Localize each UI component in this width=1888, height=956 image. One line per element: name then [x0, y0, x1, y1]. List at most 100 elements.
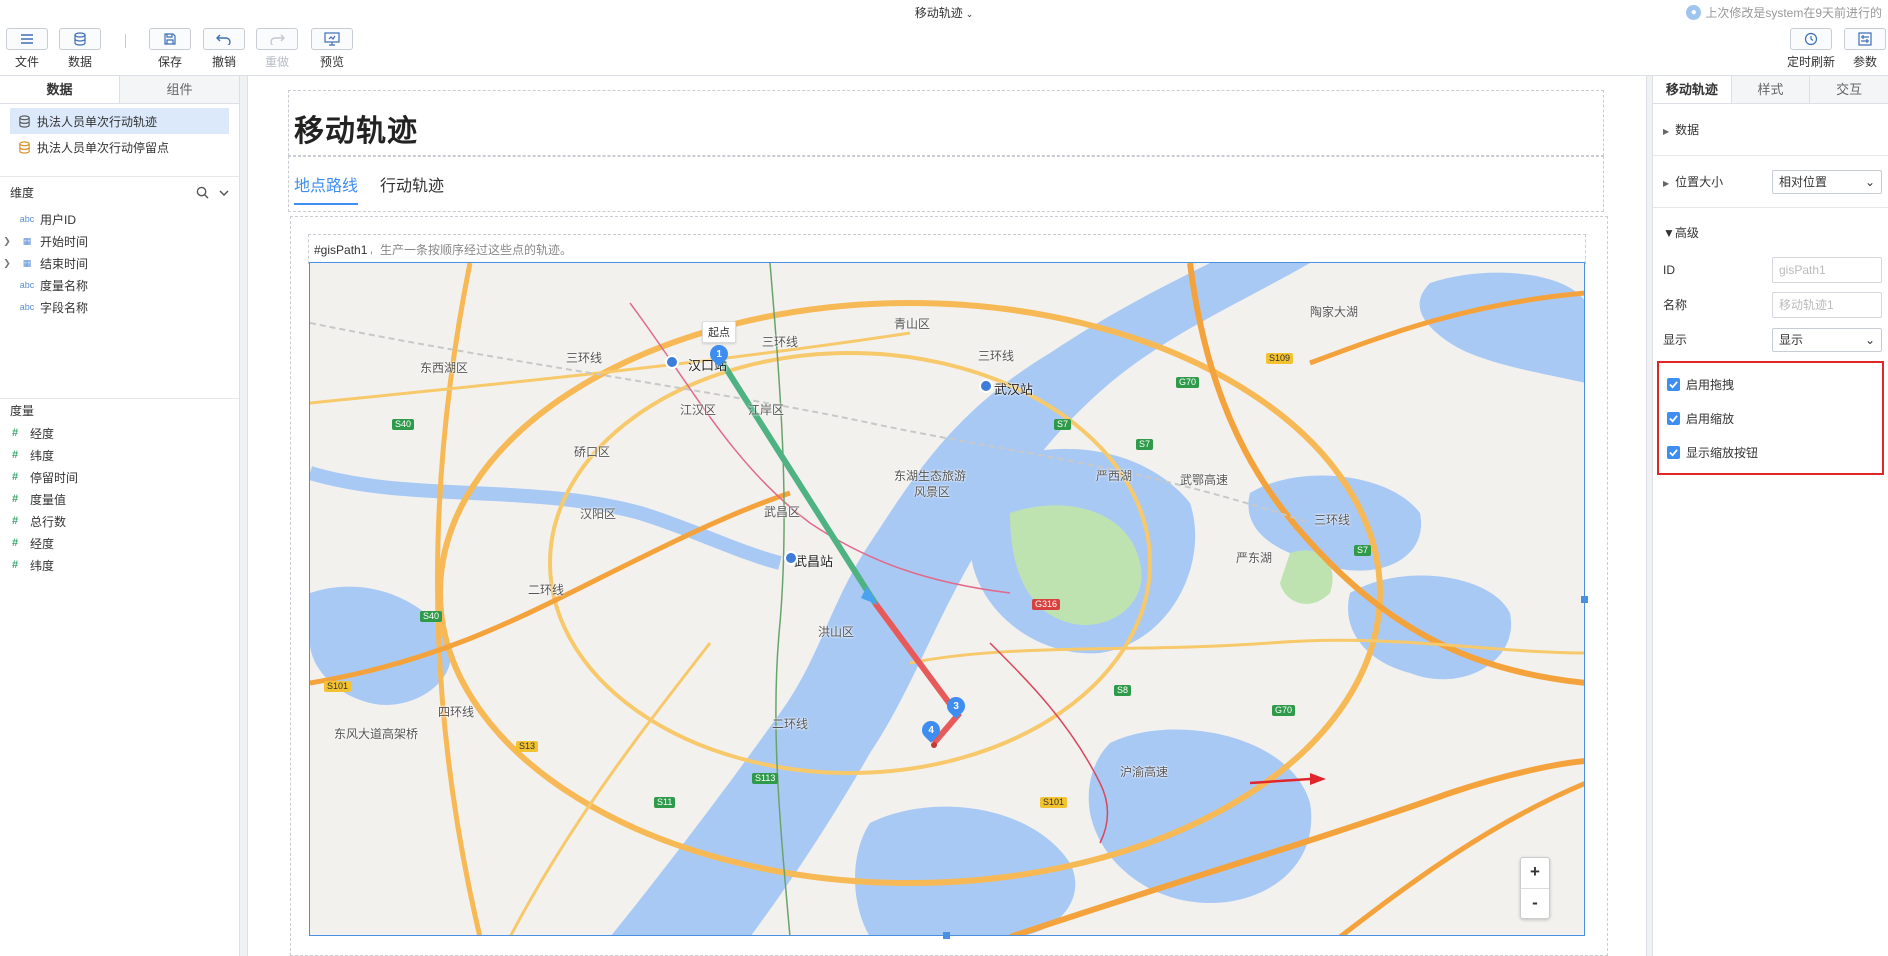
widget-id-label: #gisPath1 — [310, 242, 372, 258]
gis-path-map[interactable]: 汉口站 武汉站 武昌站 青山区 江岸区 江汉区 硚口区 汉阳区 武昌区 洪山区 东西湖区 东湖生态旅游… — [309, 262, 1585, 936]
redo-icon — [270, 34, 285, 45]
text-type-icon: abc — [19, 302, 35, 312]
database-icon — [74, 32, 86, 46]
start-point-tooltip: 起点 — [702, 321, 736, 343]
tab-data[interactable]: 数据 — [0, 76, 120, 103]
dimension-field[interactable]: ❯ ▦ 开始时间 — [0, 230, 239, 252]
measure-field[interactable]: # 经度 — [0, 422, 239, 444]
last-modified-info: ● 上次修改是system在9天前进行的 — [1686, 4, 1882, 21]
section-position-size[interactable]: ▶ 位置大小 相对位置 ⌄ — [1653, 156, 1888, 208]
menu-icon — [21, 34, 33, 44]
enable-zoom-checkbox[interactable]: 启用缩放 — [1659, 401, 1882, 435]
chevron-right-icon[interactable]: ❯ — [0, 236, 14, 247]
database-icon — [19, 140, 30, 154]
redo-button[interactable]: 重做 — [254, 28, 300, 74]
text-type-icon: abc — [19, 214, 35, 224]
map-label-hujing: 沪渝高速 — [1120, 765, 1169, 779]
measure-field[interactable]: # 经度 — [0, 532, 239, 554]
train-station-icon — [665, 355, 679, 369]
map-label-wuhan-station: 武汉站 — [994, 382, 1034, 397]
resize-handle[interactable] — [1581, 596, 1588, 603]
route-red-segment — [872, 601, 962, 745]
text-type-icon: abc — [19, 280, 35, 290]
undo-button[interactable]: 撤销 — [201, 28, 247, 74]
road-shield: S113 — [752, 773, 779, 784]
save-icon — [164, 33, 176, 45]
zoom-out-button[interactable]: - — [1521, 888, 1549, 918]
tab-interaction[interactable]: 交互 — [1809, 76, 1888, 103]
show-zoom-buttons-checkbox[interactable]: 显示缩放按钮 — [1659, 435, 1882, 469]
map-label-scenic: 风景区 — [914, 485, 951, 499]
calendar-icon: ▦ — [22, 257, 32, 268]
tab-location-route[interactable]: 地点路线 — [294, 172, 359, 205]
tab-components[interactable]: 组件 — [120, 76, 239, 103]
measure-list: # 经度 # 纬度 # 停留时间 # 度量值 # 总行数 # 经度 # 纬度 — [0, 422, 239, 576]
caret-right-icon: ▶ — [1663, 127, 1670, 136]
chevron-down-icon[interactable] — [219, 188, 229, 198]
data-button[interactable]: 数据 — [57, 28, 103, 74]
map-label-yandong: 严东湖 — [1236, 551, 1273, 565]
measure-field[interactable]: # 纬度 — [0, 554, 239, 576]
file-button[interactable]: 文件 — [4, 28, 50, 74]
measure-field[interactable]: # 总行数 — [0, 510, 239, 532]
map-label-hanyang: 汉阳区 — [580, 507, 617, 521]
tab-action-track[interactable]: 行动轨迹 — [380, 172, 444, 205]
measure-field[interactable]: # 停留时间 — [0, 466, 239, 488]
params-button[interactable]: 参数 — [1842, 28, 1888, 74]
number-type-icon: # — [11, 471, 19, 483]
map-label-ring2b: 二环线 — [528, 583, 565, 597]
road-shield: S40 — [420, 611, 443, 622]
timed-refresh-button[interactable]: 定时刷新 — [1787, 28, 1835, 74]
zoom-in-button[interactable]: + — [1521, 858, 1549, 888]
preview-button[interactable]: 预览 — [309, 28, 355, 74]
top-toolbar: 移动轨迹 ⌄ ● 上次修改是system在9天前进行的 文件 数据 保存 撤销 重做… — [0, 0, 1888, 76]
enable-drag-checkbox[interactable]: 启用拖拽 — [1659, 367, 1882, 401]
number-type-icon: # — [11, 515, 19, 527]
dataset-item[interactable]: 执法人员单次行动停留点 — [10, 134, 229, 160]
map-label-dongfeng: 东风大道高架桥 — [334, 727, 419, 741]
title-block[interactable] — [288, 90, 1604, 156]
road-shield: G70 — [1176, 377, 1200, 388]
position-select[interactable]: 相对位置 ⌄ — [1772, 169, 1882, 194]
section-data[interactable]: ▶ 数据 — [1653, 104, 1888, 156]
tab-block[interactable] — [288, 156, 1604, 212]
checkbox-checked-icon — [1667, 445, 1680, 459]
dimension-field[interactable]: ❯ ▦ 结束时间 — [0, 252, 239, 274]
road-shield: S101 — [324, 681, 352, 692]
display-select[interactable]: 显示 ⌄ — [1772, 327, 1882, 352]
chevron-down-icon: ⌄ — [1864, 332, 1875, 347]
save-button[interactable]: 保存 — [147, 28, 193, 74]
tab-style[interactable]: 样式 — [1730, 76, 1810, 103]
map-label-donghu: 东湖生态旅游 — [894, 469, 967, 483]
map-label-wuma: 武鄂高速 — [1180, 473, 1229, 487]
dimension-field[interactable]: abc 用户ID — [0, 208, 239, 230]
dataset-item[interactable]: 执法人员单次行动轨迹 — [10, 108, 229, 134]
measure-field[interactable]: # 度量值 — [0, 488, 239, 510]
undo-icon — [216, 34, 231, 45]
zoom-controls: + - — [1520, 857, 1550, 919]
chevron-down-icon[interactable]: ⌄ — [966, 9, 974, 19]
document-title[interactable]: 移动轨迹 ⌄ — [0, 4, 1888, 21]
chevron-right-icon[interactable]: ❯ — [0, 258, 14, 269]
prop-id-row: ID gisPath1 — [1653, 252, 1888, 287]
prop-display-row: 显示 显示 ⌄ — [1653, 322, 1888, 357]
resize-handle[interactable] — [943, 932, 950, 939]
name-input[interactable]: 移动轨迹1 — [1772, 291, 1882, 318]
params-icon — [1858, 32, 1872, 46]
id-input[interactable]: gisPath1 — [1772, 256, 1882, 283]
tab-moving-track[interactable]: 移动轨迹 — [1653, 76, 1731, 103]
route-layer — [717, 357, 962, 748]
marker-number: 3 — [953, 700, 959, 712]
search-icon[interactable] — [196, 186, 209, 199]
page-title: 移动轨迹 — [294, 115, 418, 148]
properties-panel: 移动轨迹 样式 交互 ▶ 数据 ▶ 位置大小 相对位置 ⌄ ▼高级 ID gisPat… — [1652, 76, 1888, 956]
map-label-ring4: 四环线 — [438, 705, 475, 719]
map-label-dongxihu: 东西湖区 — [420, 361, 469, 375]
measure-field[interactable]: # 纬度 — [0, 444, 239, 466]
road-shield: S11 — [654, 797, 676, 808]
number-type-icon: # — [11, 449, 19, 461]
dimension-field[interactable]: abc 字段名称 — [0, 296, 239, 318]
dimension-field[interactable]: abc 度量名称 — [0, 274, 239, 296]
road-shield: S7 — [1136, 439, 1154, 450]
section-advanced[interactable]: ▼高级 — [1653, 212, 1888, 252]
